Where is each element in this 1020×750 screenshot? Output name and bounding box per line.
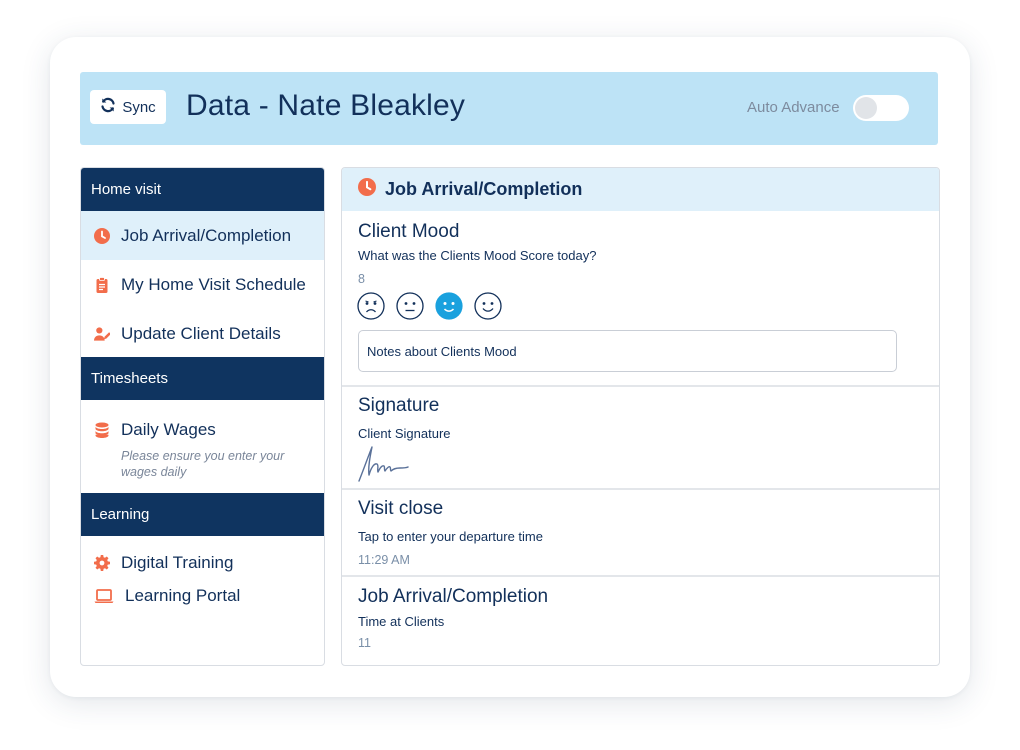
mood-score-value: 8: [358, 272, 365, 286]
client-mood-question: What was the Clients Mood Score today?: [358, 248, 597, 263]
app-header: Sync Data - Nate Bleakley Auto Advance: [80, 72, 938, 145]
sync-label: Sync: [122, 98, 156, 116]
neutral-face-icon[interactable]: [396, 292, 424, 325]
clipboard-icon: [94, 277, 110, 293]
clock-icon: [358, 178, 385, 201]
completion-title: Job Arrival/Completion: [358, 586, 549, 607]
sidebar-item-digital-training[interactable]: Digital Training: [81, 547, 324, 579]
auto-advance-label: Auto Advance: [747, 99, 840, 116]
departure-time-value: 11:29 AM: [358, 553, 410, 567]
sidebar-item-label: My Home Visit Schedule: [121, 275, 306, 294]
sidebar-item-label: Learning Portal: [125, 586, 241, 605]
auto-advance-toggle[interactable]: [853, 95, 909, 121]
sidebar-item-label: Update Client Details: [121, 323, 281, 343]
sidebar-item-label: Digital Training: [121, 553, 234, 572]
section-header-timesheets: Timesheets: [81, 357, 324, 400]
time-at-clients-value: 11: [358, 636, 371, 650]
gear-icon: [94, 555, 110, 571]
page-title: Data - Nate Bleakley: [186, 89, 466, 122]
signature-title: Signature: [358, 395, 440, 416]
happy-face-icon[interactable]: [435, 292, 463, 325]
panel-title: Job Arrival/Completion: [385, 179, 583, 199]
client-mood-title: Client Mood: [358, 221, 460, 242]
daily-wages-note: Please ensure you enter your wages daily: [121, 449, 285, 479]
sidebar-item-daily-wages[interactable]: Daily Wages: [81, 413, 324, 447]
sidebar-item-label: Daily Wages: [121, 420, 216, 439]
visit-close-title: Visit close: [358, 498, 444, 519]
client-signature-image[interactable]: [356, 443, 420, 483]
visit-close-label: Tap to enter your departure time: [358, 529, 543, 544]
sidebar-item-label: Job Arrival/Completion: [121, 225, 292, 245]
client-mood-section: Client Mood What was the Clients Mood Sc…: [342, 211, 939, 385]
coins-icon: [94, 422, 110, 438]
clock-icon: [94, 227, 110, 244]
completion-section: Job Arrival/Completion Time at Clients 1…: [342, 575, 939, 665]
very-happy-face-icon[interactable]: [474, 292, 502, 325]
sidebar-item-job-arrival[interactable]: Job Arrival/Completion: [81, 211, 324, 260]
sidebar: Home visit Job Arrival/Completion My Hom…: [80, 167, 325, 666]
very-sad-face-icon[interactable]: [357, 292, 385, 325]
main-panel: Job Arrival/Completion Client Mood What …: [341, 167, 940, 666]
signature-section: Signature Client Signature: [342, 385, 939, 490]
signature-label: Client Signature: [358, 426, 451, 441]
section-header-learning: Learning: [81, 493, 324, 536]
laptop-icon: [94, 588, 114, 604]
panel-header: Job Arrival/Completion: [342, 168, 939, 211]
mood-notes-placeholder: Notes about Clients Mood: [367, 343, 517, 359]
mood-notes-input[interactable]: Notes about Clients Mood: [358, 330, 897, 372]
toggle-knob: [855, 97, 877, 119]
user-edit-icon: [94, 326, 110, 342]
section-header-home-visit: Home visit: [81, 168, 324, 211]
sidebar-item-learning-portal[interactable]: Learning Portal: [81, 580, 324, 612]
sidebar-item-update-client-details[interactable]: Update Client Details: [81, 310, 324, 357]
visit-close-section[interactable]: Visit close Tap to enter your departure …: [342, 488, 939, 577]
sync-button[interactable]: Sync: [90, 90, 166, 124]
sync-icon: [100, 97, 116, 117]
mood-face-picker: [357, 292, 502, 325]
time-at-clients-label: Time at Clients: [358, 614, 445, 629]
sidebar-item-home-visit-schedule[interactable]: My Home Visit Schedule: [81, 260, 324, 310]
